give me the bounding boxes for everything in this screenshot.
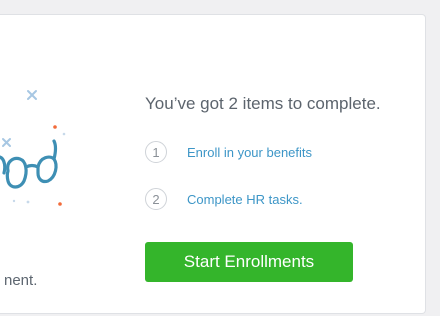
step-number-badge: 1: [145, 141, 167, 163]
sparkle-dot: [62, 132, 66, 136]
onboarding-card: nent. You’ve got 2 items to complete. 1 …: [0, 14, 426, 314]
start-enrollments-button[interactable]: Start Enrollments: [145, 242, 353, 282]
step-item-hr-tasks: 2 Complete HR tasks.: [145, 188, 303, 210]
onboarding-headline: You’ve got 2 items to complete.: [145, 94, 381, 113]
hr-tasks-link[interactable]: Complete HR tasks.: [187, 192, 303, 207]
sparkle-dot: [58, 202, 62, 206]
sparkle-icon: [2, 138, 11, 147]
page: nent. You’ve got 2 items to complete. 1 …: [0, 0, 440, 316]
step-item-enroll-benefits: 1 Enroll in your benefits: [145, 141, 312, 163]
sparkle-dot: [12, 199, 16, 203]
enroll-benefits-link[interactable]: Enroll in your benefits: [187, 145, 312, 160]
glasses-illustration: [0, 90, 66, 206]
sparkle-dot: [53, 125, 57, 129]
description-text-truncated: nent.: [4, 272, 38, 289]
step-number-badge: 2: [145, 188, 167, 210]
sparkle-icon: [27, 90, 37, 100]
sparkle-dot: [26, 200, 30, 204]
